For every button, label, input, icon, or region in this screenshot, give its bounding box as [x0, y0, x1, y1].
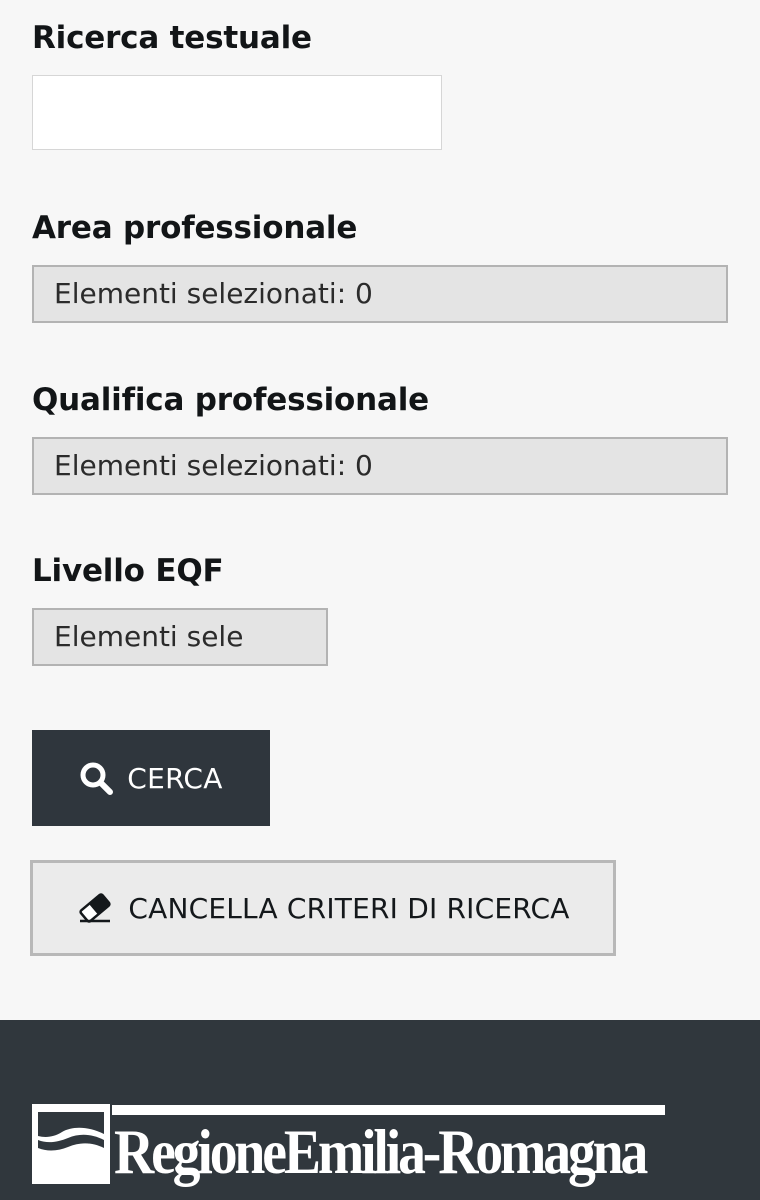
area-professionale-label: Area professionale: [32, 210, 358, 246]
livello-eqf-select[interactable]: Elementi sele: [32, 608, 328, 666]
search-button[interactable]: CERCA: [32, 730, 270, 826]
clear-criteria-button-label: CANCELLA CRITERI DI RICERCA: [128, 891, 570, 925]
search-button-label: CERCA: [127, 761, 223, 795]
clear-criteria-button[interactable]: CANCELLA CRITERI DI RICERCA: [30, 860, 616, 956]
regione-emilia-romagna-logo[interactable]: RegioneEmilia-Romagna: [32, 1104, 666, 1200]
qualifica-professionale-label: Qualifica professionale: [32, 382, 429, 418]
regione-logo-mark-icon: [32, 1104, 110, 1184]
logo-text: RegioneEmilia-Romagna: [114, 1116, 648, 1187]
search-icon: [79, 761, 114, 795]
qualifica-professionale-select[interactable]: Elementi selezionati: 0: [32, 437, 728, 495]
area-professionale-select[interactable]: Elementi selezionati: 0: [32, 265, 728, 323]
logo-rule: [112, 1105, 665, 1115]
search-form: Ricerca testuale Area professionale Elem…: [0, 0, 760, 1020]
text-search-input[interactable]: [32, 75, 442, 150]
text-search-label: Ricerca testuale: [32, 20, 312, 56]
eraser-icon: [76, 893, 114, 923]
site-footer: RegioneEmilia-Romagna: [0, 1020, 760, 1200]
livello-eqf-label: Livello EQF: [32, 553, 224, 589]
